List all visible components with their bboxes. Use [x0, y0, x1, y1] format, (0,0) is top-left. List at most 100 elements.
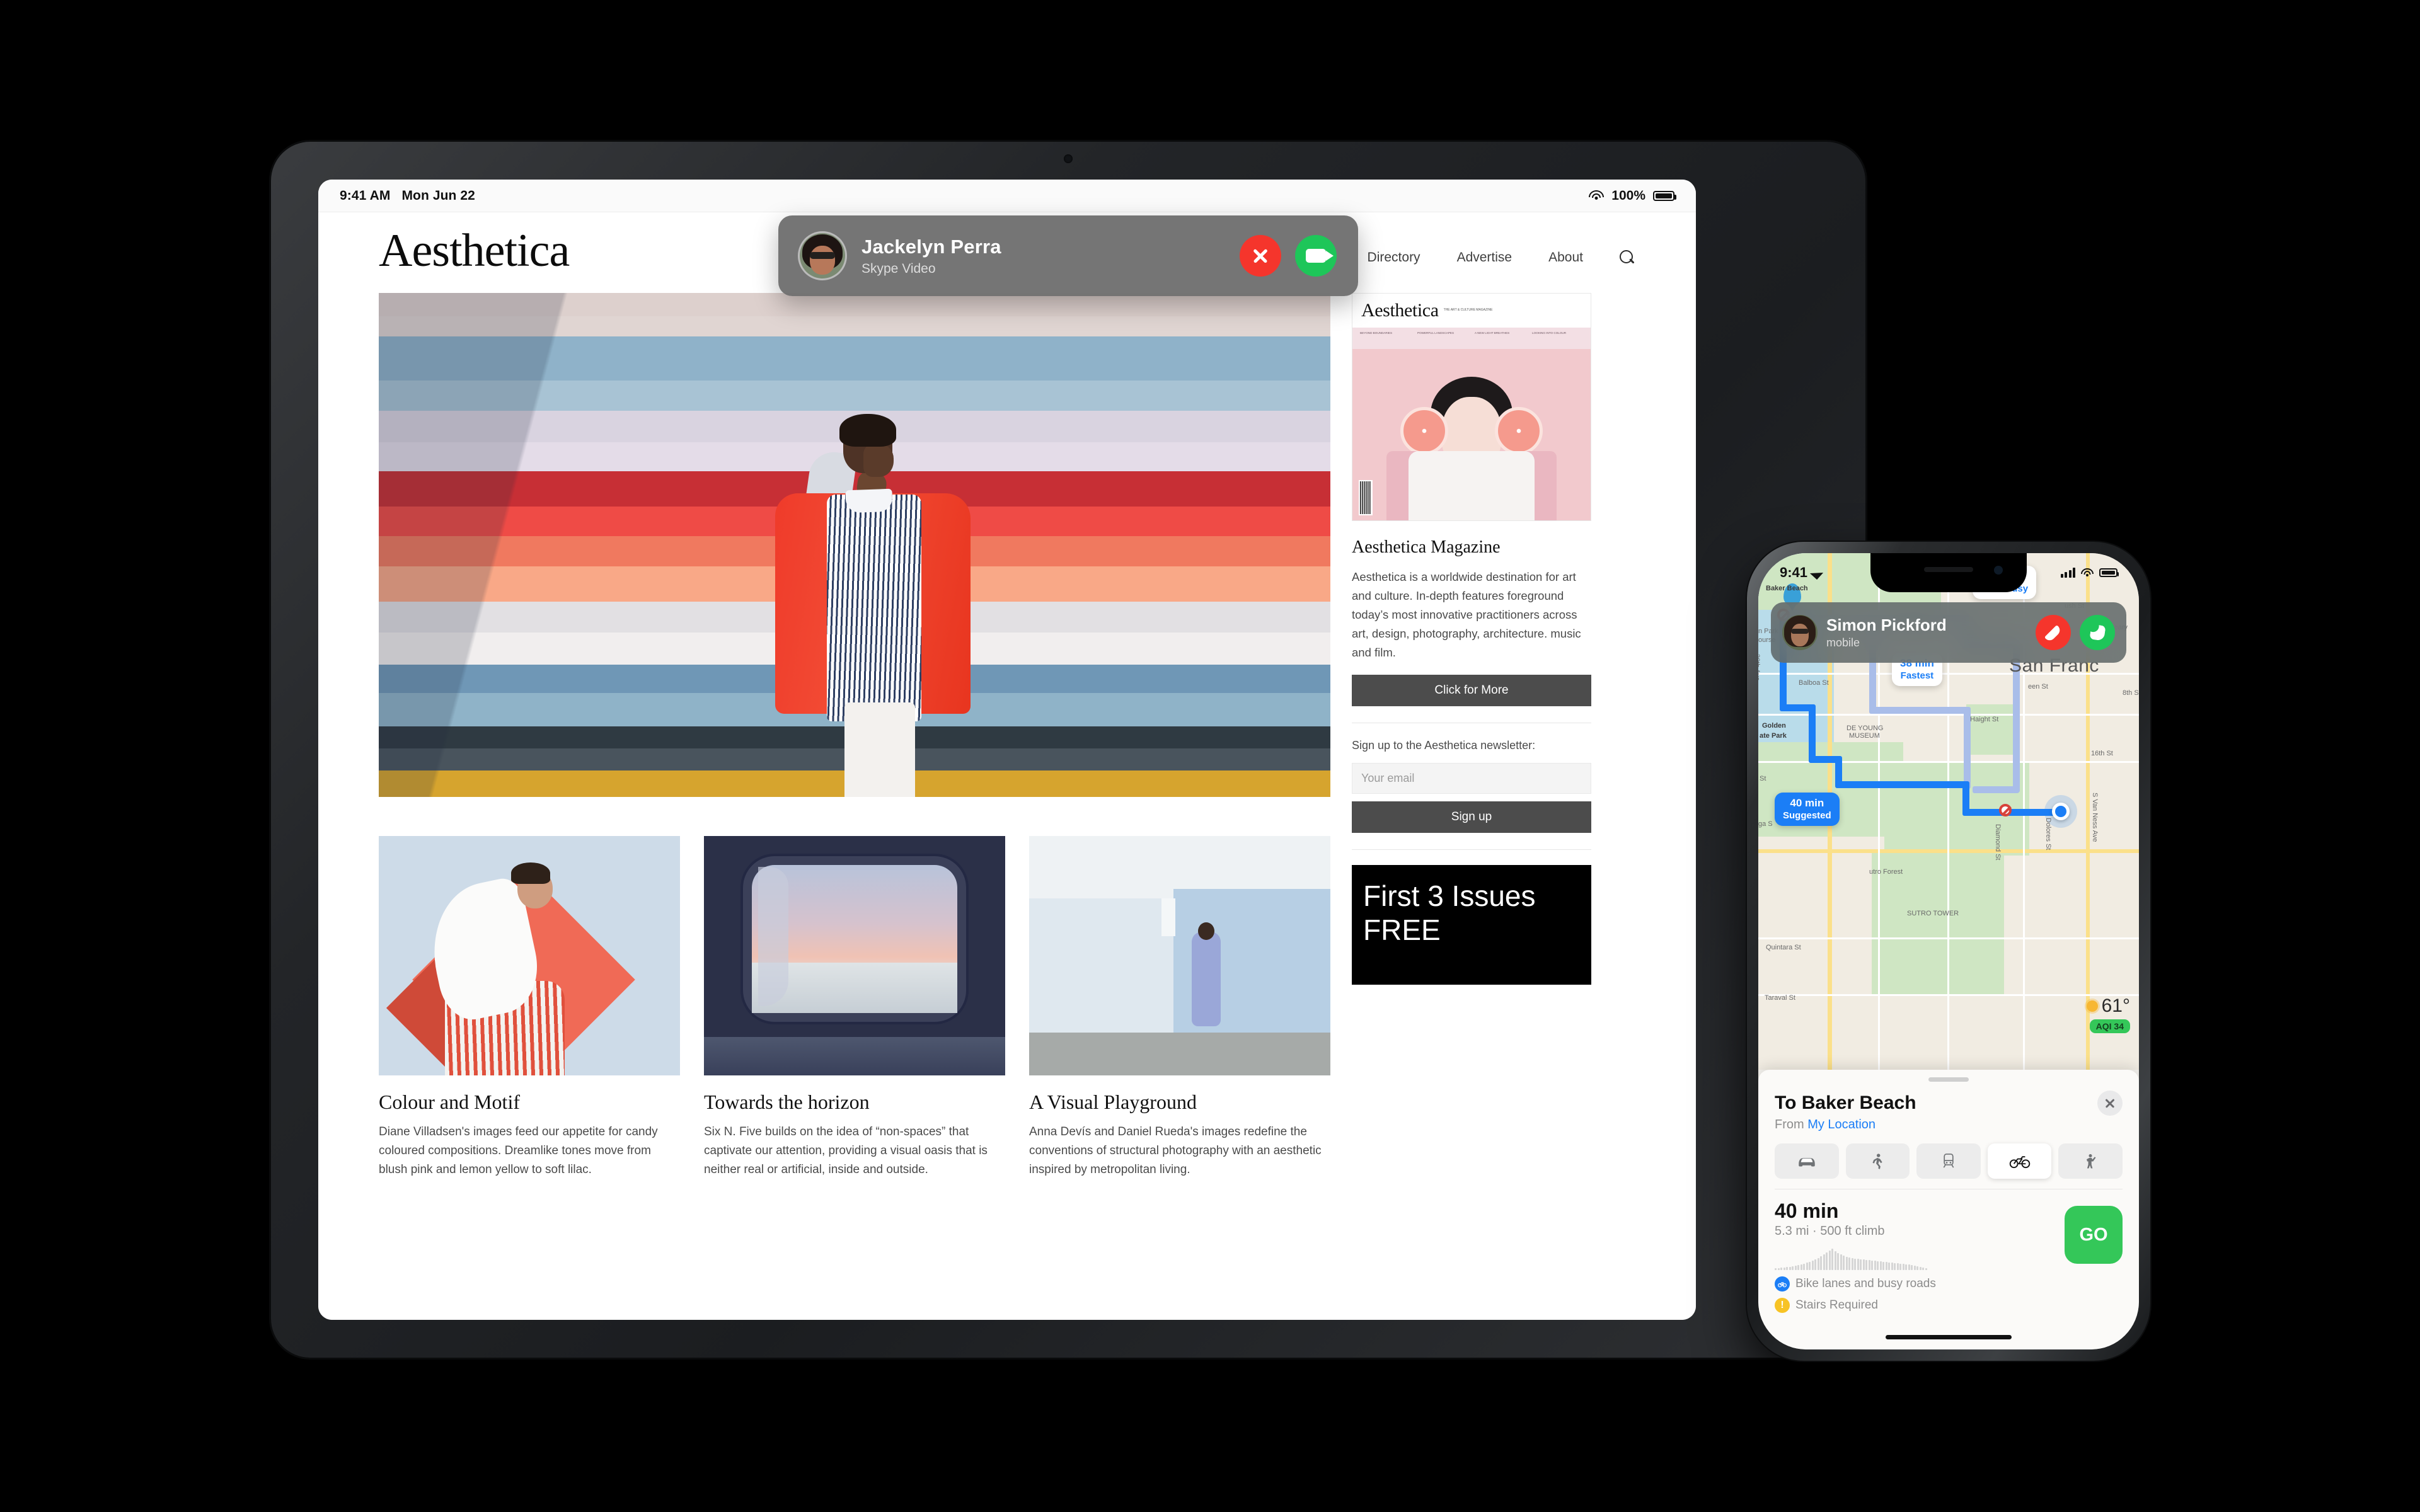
location-arrow-icon: [1809, 566, 1824, 580]
mode-cycle[interactable]: [1987, 1143, 2052, 1179]
mode-drive[interactable]: [1775, 1143, 1839, 1179]
ipad-battery-percent: 100%: [1611, 188, 1645, 203]
car-icon: [1799, 1158, 1815, 1167]
caller-avatar: [800, 233, 845, 278]
call-actions: [2036, 615, 2115, 650]
article-title[interactable]: Colour and Motif: [379, 1091, 680, 1114]
elevation-bar: [1826, 1252, 1828, 1270]
nav-item-advertise[interactable]: Advertise: [1457, 250, 1512, 265]
main-column: Colour and Motif Diane Villadsen's image…: [379, 293, 1330, 1179]
route-origin-value[interactable]: My Location: [1807, 1118, 1876, 1131]
decline-call-button[interactable]: [2036, 615, 2071, 650]
search-icon[interactable]: [1620, 249, 1635, 266]
elevation-bar: [1922, 1268, 1924, 1270]
cover-tagline: THE ART & CULTURE MAGAZINE: [1443, 308, 1493, 312]
route-distance: 5.3 mi · 500 ft climb: [1775, 1224, 1885, 1238]
elevation-bar: [1780, 1268, 1782, 1270]
route-summary: 40 min 5.3 mi · 500 ft climb Bike lanes …: [1775, 1189, 2123, 1313]
article-title[interactable]: A Visual Playground: [1029, 1091, 1330, 1114]
figure-collar: [845, 488, 893, 513]
cellular-signal-icon: [2060, 568, 2075, 578]
hero-stripe: [379, 336, 1330, 381]
cover-line: BEYOND BOUNDARIES: [1360, 331, 1393, 335]
ipad-status-bar: 9:41 AM Mon Jun 22 100%: [318, 180, 1696, 212]
cover-masthead: Aesthetica THE ART & CULTURE MAGAZINE: [1352, 294, 1591, 328]
route-alt-less-busy: [1973, 786, 2019, 793]
home-indicator[interactable]: [1886, 1335, 2012, 1339]
elevation-bar: [1894, 1263, 1896, 1270]
route-detail-sheet: To Baker Beach From My Location 40 min 5…: [1758, 1070, 2139, 1349]
elevation-bar: [1868, 1260, 1870, 1270]
elevation-bar: [1803, 1264, 1805, 1270]
site-content: Colour and Motif Diane Villadsen's image…: [318, 280, 1696, 1179]
signup-button[interactable]: Sign up: [1352, 801, 1591, 833]
elevation-bar: [1899, 1264, 1901, 1270]
go-button[interactable]: GO: [2065, 1206, 2123, 1264]
article-card[interactable]: Towards the horizon Six N. Five builds o…: [704, 836, 1005, 1179]
transport-mode-tabs: [1775, 1143, 2123, 1179]
elevation-bar: [1902, 1264, 1904, 1270]
article-card[interactable]: Colour and Motif Diane Villadsen's image…: [379, 836, 680, 1179]
subscription-ad[interactable]: First 3 Issues FREE: [1352, 864, 1591, 985]
decline-call-button[interactable]: [1240, 235, 1281, 277]
mode-transit[interactable]: [1916, 1143, 1981, 1179]
article-thumbnail[interactable]: [1029, 836, 1330, 1075]
ipad-camera-icon: [1064, 154, 1073, 163]
video-camera-icon: [1306, 249, 1334, 263]
hero-image[interactable]: [379, 293, 1330, 797]
route-suggested: [1809, 704, 1816, 761]
wifi-icon: [1589, 190, 1605, 201]
mode-rideshare[interactable]: [2058, 1143, 2123, 1179]
article-card[interactable]: A Visual Playground Anna Devís and Danie…: [1029, 836, 1330, 1179]
site-logo[interactable]: Aesthetica: [379, 227, 570, 274]
route-destination: To Baker Beach: [1775, 1092, 1916, 1113]
route-origin: From My Location: [1775, 1118, 2123, 1132]
close-route-button[interactable]: [2097, 1091, 2123, 1116]
elevation-bar: [1913, 1266, 1916, 1270]
hero-stripe: [379, 316, 1330, 336]
email-input[interactable]: Your email: [1352, 762, 1591, 794]
nav-item-about[interactable]: About: [1548, 250, 1583, 265]
route-bubble-suggested[interactable]: 40 min Suggested: [1775, 793, 1840, 827]
call-type-label: mobile: [1826, 636, 1860, 649]
accept-call-button[interactable]: [2080, 615, 2115, 650]
incoming-call-banner[interactable]: Simon Pickford mobile: [1771, 602, 2126, 663]
elevation-bar: [1786, 1267, 1788, 1270]
elevation-bar: [1837, 1253, 1839, 1270]
incoming-call-banner[interactable]: Jackelyn Perra Skype Video: [778, 215, 1358, 296]
map-label: St: [1760, 775, 1766, 782]
elevation-bar: [1871, 1261, 1873, 1270]
accept-video-call-button[interactable]: [1295, 235, 1337, 277]
map-weather-widget[interactable]: 61° AQI 34: [2086, 995, 2130, 1033]
cover-headline-band: BEYOND BOUNDARIES POWERFUL LANDSCAPES A …: [1352, 328, 1591, 349]
elevation-bar: [1905, 1264, 1907, 1270]
sheet-grabber[interactable]: [1928, 1077, 1969, 1082]
map-label: 8th S: [2123, 689, 2139, 697]
hero-stripe: [379, 293, 1330, 316]
route-origin-prefix: From: [1775, 1118, 1808, 1131]
elevation-bar: [1820, 1256, 1822, 1270]
elevation-bar: [1888, 1263, 1890, 1270]
temperature: 61°: [2101, 995, 2130, 1016]
elevation-bar: [1800, 1264, 1802, 1270]
elevation-bar: [1792, 1266, 1794, 1270]
elevation-bar: [1809, 1262, 1811, 1270]
map-label: ga S: [1758, 820, 1773, 828]
elevation-bar: [1828, 1251, 1831, 1270]
mode-walk[interactable]: [1845, 1143, 1910, 1179]
iphone-notch: [1870, 553, 2027, 592]
map-label: ate Park: [1760, 732, 1787, 740]
click-for-more-button[interactable]: Click for More: [1352, 674, 1591, 706]
elevation-bar: [1865, 1260, 1867, 1270]
article-thumbnail[interactable]: [704, 836, 1005, 1075]
article-thumbnail[interactable]: [379, 836, 680, 1075]
nav-item-directory[interactable]: Directory: [1368, 250, 1420, 265]
ipad-status-time: 9:41 AM: [340, 188, 391, 203]
caller-name: Jackelyn Perra: [861, 235, 1001, 258]
magazine-cover[interactable]: Aesthetica THE ART & CULTURE MAGAZINE BE…: [1352, 293, 1591, 521]
article-title[interactable]: Towards the horizon: [704, 1091, 1005, 1114]
route-note: Bike lanes and busy roads: [1775, 1276, 1936, 1292]
ipad-screen: 9:41 AM Mon Jun 22 100% Aesthetica Award…: [318, 180, 1696, 1320]
figure-hair: [839, 414, 897, 447]
aqi-badge: AQI 34: [2089, 1019, 2130, 1033]
